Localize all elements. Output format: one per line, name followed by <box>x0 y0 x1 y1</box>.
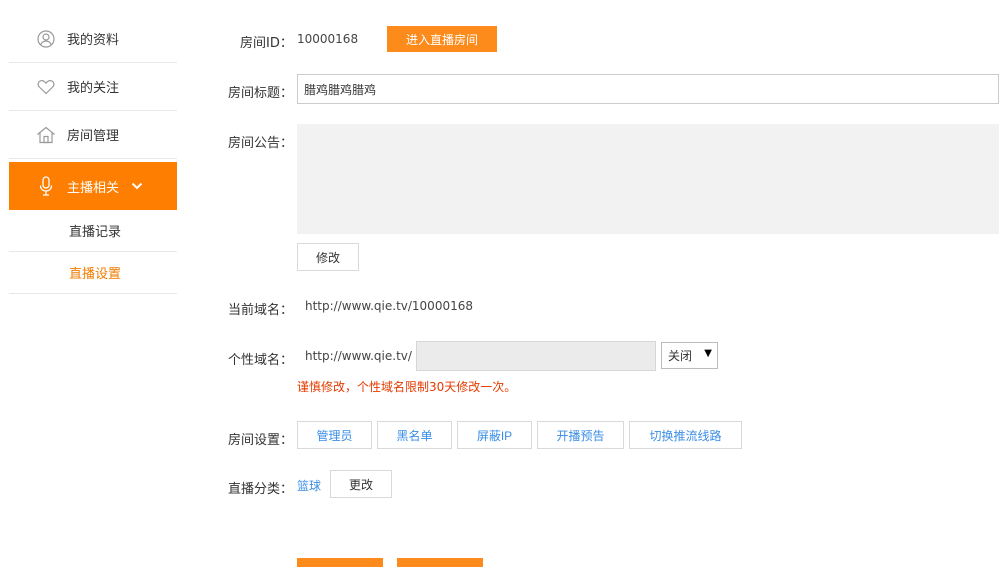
room-settings-label: 房间设置： <box>228 433 294 448</box>
sidebar-item-label: 主播相关 <box>67 180 120 196</box>
sidebar-item-follows[interactable]: 我的关注 <box>9 63 177 111</box>
chevron-down-icon <box>131 182 143 190</box>
room-notice-textarea[interactable] <box>297 124 999 234</box>
bottom-orange-button-2[interactable] <box>397 558 483 567</box>
current-domain-label: 当前域名： <box>228 303 294 318</box>
dropdown-arrow-icon: ▼ <box>704 348 712 359</box>
custom-domain-warning: 谨慎修改，个性域名限制30天修改一次。 <box>297 380 517 394</box>
room-notice-label: 房间公告： <box>228 136 294 151</box>
sidebar-item-profile[interactable]: 我的资料 <box>9 15 177 63</box>
custom-domain-label: 个性域名： <box>228 353 294 368</box>
room-id-label: 房间ID： <box>240 36 293 51</box>
current-domain-value: http://www.qie.tv/10000168 <box>305 299 473 313</box>
user-icon <box>35 28 57 50</box>
custom-domain-input[interactable] <box>416 341 656 371</box>
heart-icon <box>35 76 57 98</box>
room-id-value: 10000168 <box>297 32 359 46</box>
blacklist-button[interactable]: 黑名单 <box>377 421 452 449</box>
sidebar-subitem-live-records[interactable]: 直播记录 <box>9 210 177 252</box>
sidebar-item-label: 我的关注 <box>67 81 120 96</box>
bottom-orange-button-1[interactable] <box>297 558 383 567</box>
sidebar-subitem-live-settings[interactable]: 直播设置 <box>9 252 177 294</box>
admin-button[interactable]: 管理员 <box>297 421 372 449</box>
custom-domain-select-value: 关闭 <box>668 349 693 363</box>
switch-stream-line-button[interactable]: 切换推流线路 <box>629 421 742 449</box>
live-category-value[interactable]: 篮球 <box>297 477 321 494</box>
sidebar-item-room-management[interactable]: 房间管理 <box>9 111 177 159</box>
change-category-button[interactable]: 更改 <box>330 470 392 498</box>
sidebar-item-label: 房间管理 <box>67 129 120 144</box>
enter-room-button[interactable]: 进入直播房间 <box>387 26 497 52</box>
modify-notice-button[interactable]: 修改 <box>297 243 359 271</box>
microphone-icon <box>35 175 57 197</box>
room-title-input[interactable]: 腊鸡腊鸡腊鸡 <box>297 74 999 104</box>
sidebar: 我的资料 我的关注 房间管理 主播相关 直播记录 直播设置 <box>9 15 177 294</box>
sidebar-item-label: 我的资料 <box>67 33 120 48</box>
custom-domain-prefix: http://www.qie.tv/ <box>305 349 412 363</box>
block-ip-button[interactable]: 屏蔽IP <box>457 421 532 449</box>
broadcast-preview-button[interactable]: 开播预告 <box>537 421 624 449</box>
room-title-label: 房间标题： <box>228 86 294 101</box>
sidebar-item-anchor[interactable]: 主播相关 <box>9 162 177 210</box>
custom-domain-select[interactable]: 关闭 ▼ <box>661 342 718 369</box>
house-icon <box>35 124 57 146</box>
live-category-label: 直播分类： <box>228 482 294 497</box>
